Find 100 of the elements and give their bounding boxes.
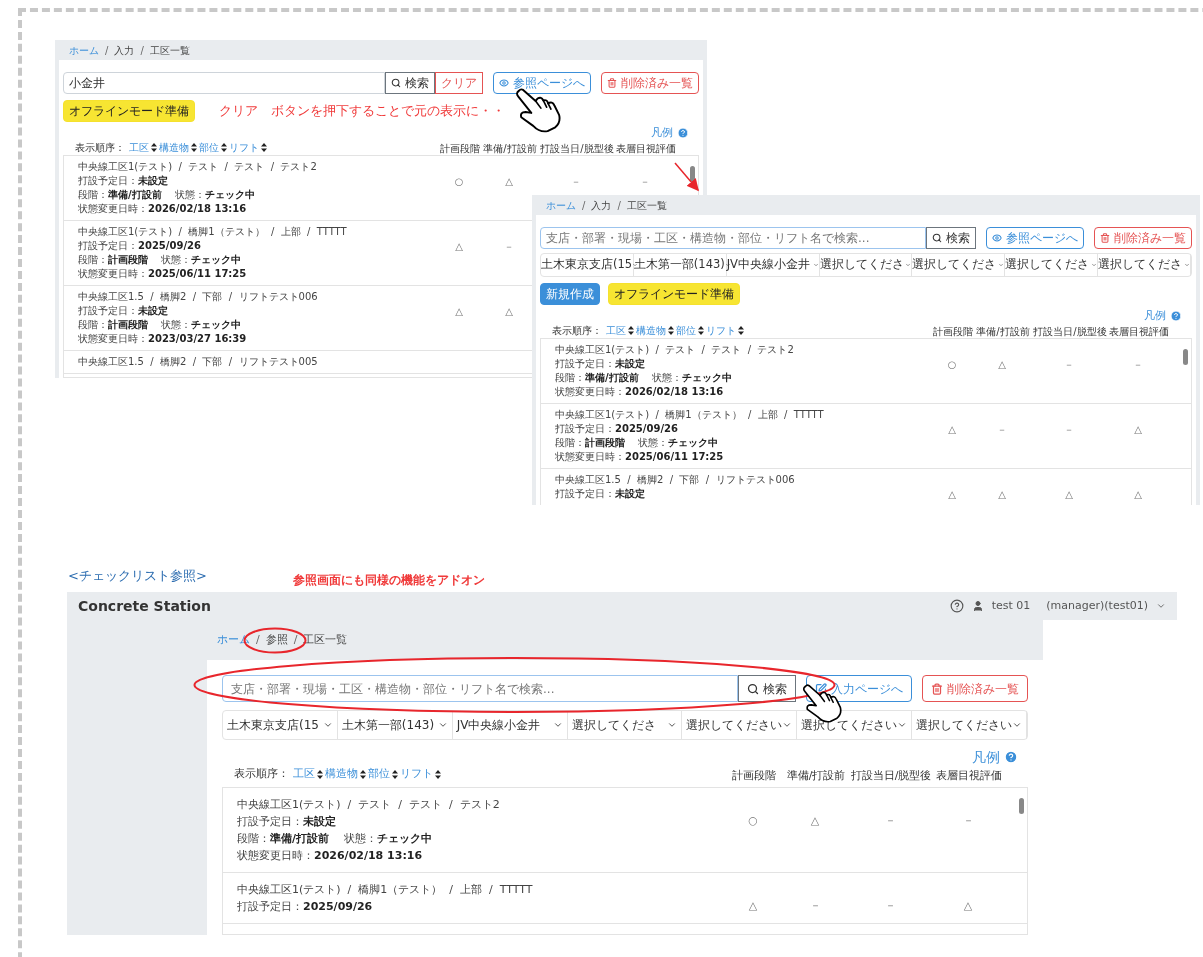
sort-icon [221, 143, 227, 152]
user-name: test 01 [991, 597, 1031, 614]
sort-link[interactable]: 部位 [368, 766, 390, 783]
scrollbar [690, 166, 695, 182]
row-detail: 打設予定日：2025/09/26 [237, 898, 374, 915]
search-button[interactable]: 検索 [926, 227, 976, 249]
filter-select[interactable]: 土木第一部(143) [337, 711, 453, 739]
status-mark: △ [963, 897, 973, 914]
column-header: 準備/打設前 [785, 768, 847, 783]
filter-select[interactable]: 選択してください [912, 711, 1027, 739]
sort-link[interactable]: 構造物 [159, 140, 189, 155]
legend-link[interactable]: 凡例 [972, 748, 1000, 766]
breadcrumb-item[interactable]: ホーム [69, 42, 99, 58]
sort-link[interactable]: 構造物 [325, 766, 358, 783]
status-mark: △ [948, 488, 956, 502]
breadcrumb-separator: / [293, 631, 298, 648]
sort-label: 表示順序： [234, 766, 289, 782]
deleted-list-button[interactable]: 削除済み一覧 [1094, 227, 1192, 249]
status-mark: － [1064, 423, 1074, 437]
clear-button[interactable]: クリア [435, 72, 483, 94]
scrollbar [1183, 349, 1188, 365]
sort-link[interactable]: 部位 [676, 323, 696, 338]
filter-select[interactable]: 選択してくださ [912, 254, 1006, 276]
status-mark: △ [455, 240, 463, 254]
status-mark: － [997, 423, 1007, 437]
column-header: 準備/打設前 [975, 326, 1031, 338]
help-icon[interactable] [949, 599, 964, 613]
row-detail: 段階：計画段階 状態：チェック中 [555, 436, 720, 450]
search-field[interactable]: 小金井 [63, 72, 385, 94]
column-header: 計画段階 [932, 326, 974, 338]
legend-link[interactable]: 凡例 [1144, 309, 1166, 323]
sort-link[interactable]: リフト [706, 323, 736, 338]
chevron-icon [998, 262, 1005, 268]
row-title: 中央線工区1.5 / 橋脚2 / 下部 / リフトテスト005 [78, 355, 318, 369]
column-header: 計画段階 [731, 768, 777, 783]
search-button[interactable]: 検索 [385, 72, 435, 94]
offline-mode-button[interactable]: オフラインモード準備 [608, 283, 740, 305]
status-mark: △ [748, 897, 758, 914]
app-title: Concrete Station [78, 596, 211, 616]
deleted-list-button[interactable]: 削除済み一覧 [922, 675, 1028, 702]
chevron-icon [897, 720, 908, 730]
filter-select[interactable]: JV中央線小金井 [452, 711, 568, 739]
sort-link[interactable]: リフト [400, 766, 433, 783]
sort-label: 表示順序： [552, 324, 602, 338]
row-title: 中央線工区1(テスト) / 橋脚1（テスト） / 上部 / TTTTT [555, 408, 824, 422]
chevron-icon [632, 262, 639, 268]
breadcrumb-item[interactable]: ホーム [546, 197, 576, 213]
filter-select[interactable]: 土木第一部(143) [633, 254, 727, 276]
chevron-icon [322, 720, 333, 730]
sort-link[interactable]: 工区 [606, 323, 626, 338]
chevron-icon [1091, 262, 1098, 268]
sort-link[interactable]: 工区 [129, 140, 149, 155]
status-mark: △ [455, 305, 463, 319]
sort-link[interactable]: リフト [229, 140, 259, 155]
status-mark: － [962, 812, 974, 829]
sort-link[interactable]: 構造物 [636, 323, 666, 338]
sort-link[interactable]: 部位 [199, 140, 219, 155]
row-detail: 段階：準備/打設前 状態：チェック中 [555, 371, 733, 385]
status-mark: △ [505, 175, 513, 189]
row-detail: 打設予定日：未設定 [555, 487, 646, 501]
annotation-note: 参照画面にも同様の機能をアドオン [293, 572, 485, 589]
filter-select[interactable]: 選択してくださ [1098, 254, 1191, 276]
search-field[interactable]: 支店・部署・現場・工区・構造物・部位・リフト名で検索... [540, 227, 926, 249]
status-mark: △ [1065, 488, 1073, 502]
breadcrumb-item: 入力 [591, 198, 612, 213]
filter-select[interactable]: 選択してくださ [567, 711, 683, 739]
reference-page-button[interactable]: 参照ページへ [493, 72, 591, 94]
row-title: 中央線工区1.5 / 橋脚2 / 下部 / リフトテスト006 [78, 290, 318, 304]
row-detail: 段階：準備/打設前 状態：チェック中 [237, 830, 433, 847]
offline-mode-button[interactable]: オフラインモード準備 [63, 100, 195, 122]
sort-link[interactable]: 工区 [293, 766, 315, 783]
legend-link[interactable]: 凡例 [651, 126, 673, 140]
row-title: 中央線工区1.5 / 橋脚2 / 下部 / リフトテスト006 [555, 473, 795, 487]
reference-page-button[interactable]: 参照ページへ [986, 227, 1084, 249]
user-icon [971, 600, 984, 612]
status-mark: △ [810, 812, 820, 829]
deleted-list-button[interactable]: 削除済み一覧 [601, 72, 699, 94]
row-detail: 状態変更日時：2023/03/27 16:39 [78, 332, 248, 346]
filter-select[interactable]: JV中央線小金井 [726, 254, 820, 276]
filter-select[interactable]: 選択してくださ [1005, 254, 1099, 276]
row-title: 中央線工区1(テスト) / テスト / テスト / テスト2 [555, 343, 794, 357]
sort-icon [698, 326, 704, 335]
search-field[interactable]: 支店・部署・現場・工区・構造物・部位・リフト名で検索... [222, 675, 738, 702]
search-icon [747, 682, 759, 695]
row-title: 中央線工区1(テスト) / 橋脚1（テスト） / 上部 / TTTTT [78, 225, 347, 239]
filter-select[interactable]: 選択してください [682, 711, 798, 739]
filter-select[interactable]: 土木東京支店(15 [541, 254, 634, 276]
breadcrumb-separator: / [617, 198, 621, 213]
status-mark: － [809, 897, 821, 914]
filter-select[interactable]: 選択してくださ [819, 254, 913, 276]
breadcrumb-item: 入力 [114, 43, 135, 58]
new-button[interactable]: 新規作成 [540, 283, 600, 305]
chevron-icon [905, 262, 912, 268]
status-mark: － [571, 175, 581, 189]
user-role[interactable]: (manager)(test01) [1046, 597, 1148, 615]
status-mark: － [884, 812, 896, 829]
sort-icon [738, 326, 744, 335]
search-button[interactable]: 検索 [738, 675, 796, 702]
filter-select[interactable]: 土木東京支店(15 [223, 711, 338, 739]
column-header: 表層目視評価 [615, 143, 677, 155]
